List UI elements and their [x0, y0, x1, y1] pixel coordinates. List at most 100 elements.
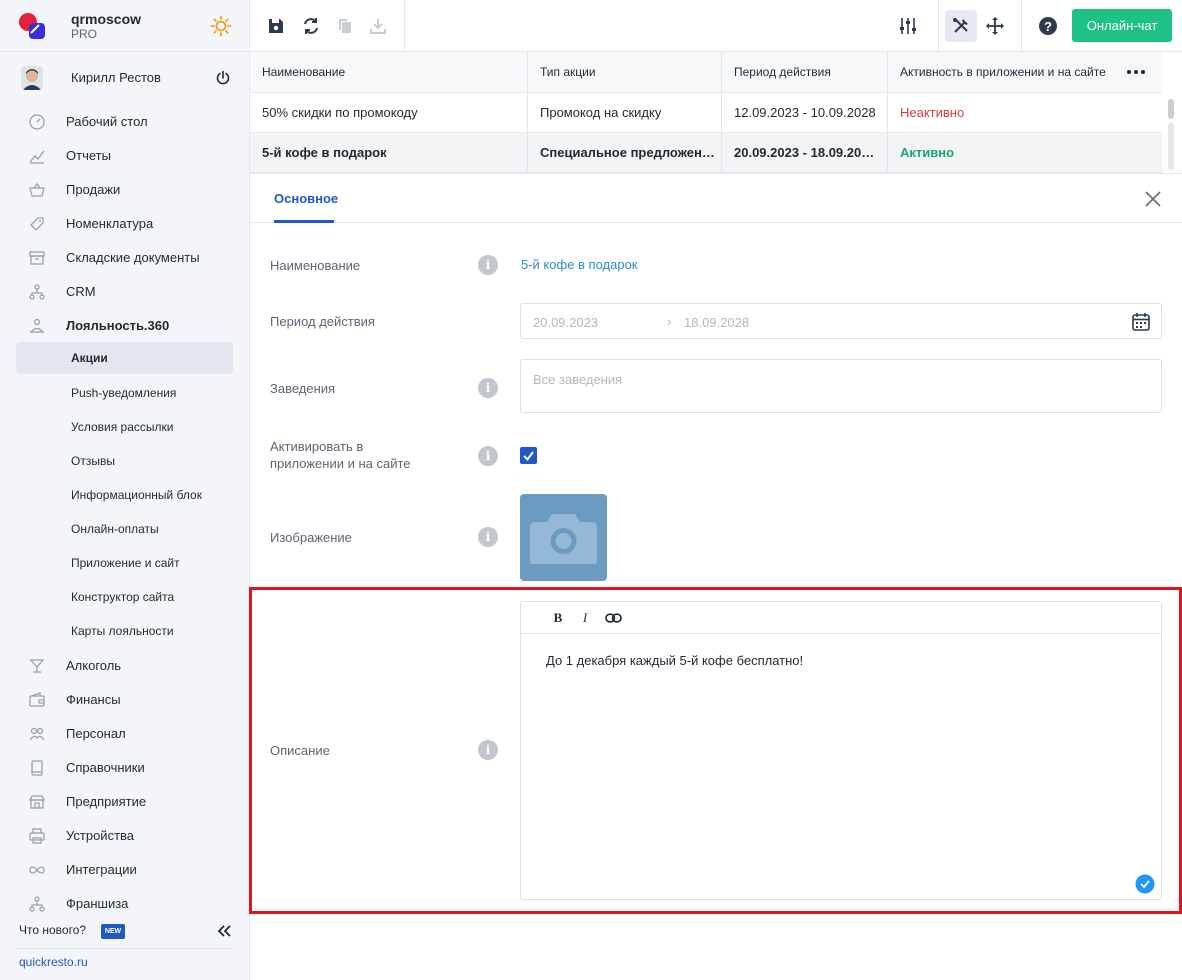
power-icon[interactable]: [215, 70, 231, 86]
help-button[interactable]: ?: [1032, 10, 1064, 42]
link-icon: [604, 613, 622, 623]
sidebar-subitem-mailing-conditions[interactable]: Условия рассылки: [0, 410, 249, 444]
column-header-type[interactable]: Тип акции: [528, 52, 722, 92]
sidebar: qrmoscow PRO Кирилл Рестов Рабочий стол …: [0, 0, 250, 980]
save-icon: [269, 19, 283, 33]
sliders-icon: [900, 18, 916, 34]
field-label-image: Изображение: [270, 530, 352, 545]
field-label-venues: Заведения: [270, 381, 336, 396]
online-chat-button[interactable]: Онлайн-чат: [1072, 9, 1172, 42]
table-scrollbar-track[interactable]: [1168, 122, 1174, 170]
copy-icon: [339, 19, 351, 33]
table-row[interactable]: 50% скидки по промокоду Промокод на скид…: [250, 93, 1162, 133]
brand-name: qrmoscow: [71, 11, 142, 27]
site-link[interactable]: quickresto.ru: [19, 955, 88, 969]
sidebar-subitem-app-and-site[interactable]: Приложение и сайт: [0, 546, 249, 580]
table-cell-type: Специальное предложен…: [528, 133, 722, 172]
gauge-icon: [29, 114, 45, 130]
sidebar-subitem-loyalty-cards[interactable]: Карты лояльности: [0, 614, 249, 648]
sidebar-subitem-push[interactable]: Push-уведомления: [0, 376, 249, 410]
move-button[interactable]: [979, 10, 1011, 42]
filter-settings-button[interactable]: [892, 10, 924, 42]
column-header-name[interactable]: Наименование: [250, 52, 528, 92]
info-icon[interactable]: i: [478, 255, 498, 275]
editor-toolbar: B I: [521, 602, 1161, 634]
avatar[interactable]: [21, 66, 43, 90]
info-icon[interactable]: i: [478, 378, 498, 398]
column-header-period[interactable]: Период действия: [722, 52, 888, 92]
toolbar-divider: [404, 0, 405, 52]
brand-plan: PRO: [71, 27, 98, 41]
confirm-check-icon[interactable]: [1135, 874, 1155, 894]
description-text[interactable]: До 1 декабря каждый 5-й кофе бесплатно!: [546, 653, 803, 668]
download-button[interactable]: [362, 10, 394, 42]
user-profile: Кирилл Рестов: [0, 52, 249, 102]
sidebar-subitem-site-builder[interactable]: Конструктор сайта: [0, 580, 249, 614]
sidebar-subitem-info-block[interactable]: Информационный блок: [0, 478, 249, 512]
sidebar-item-nomenclature[interactable]: Номенклатура: [0, 206, 249, 240]
promotion-name-value[interactable]: 5-й кофе в подарок: [521, 257, 638, 272]
save-button[interactable]: [260, 10, 292, 42]
checkmark-icon: [523, 451, 534, 462]
sidebar-item-finance[interactable]: Финансы: [0, 682, 249, 716]
detail-tabs: Основное: [250, 174, 1182, 223]
info-icon[interactable]: i: [478, 527, 498, 547]
more-options-icon[interactable]: [1126, 66, 1146, 78]
sidebar-item-loyalty[interactable]: Лояльность.360: [0, 308, 249, 342]
period-start-date[interactable]: 20.09.2023: [533, 315, 598, 330]
sidebar-item-devices[interactable]: Устройства: [0, 818, 249, 852]
sidebar-item-staff[interactable]: Персонал: [0, 716, 249, 750]
promotions-table: Наименование Тип акции Период действия А…: [250, 52, 1182, 174]
collapse-sidebar-icon[interactable]: [216, 923, 232, 939]
sidebar-subitem-reviews[interactable]: Отзывы: [0, 444, 249, 478]
brand-header: qrmoscow PRO: [0, 0, 249, 52]
activate-checkbox[interactable]: [520, 447, 537, 464]
calendar-icon[interactable]: [1130, 311, 1152, 333]
tab-main[interactable]: Основное: [274, 191, 338, 206]
sidebar-item-franchise[interactable]: Франшиза: [0, 886, 249, 920]
image-upload[interactable]: [520, 494, 607, 581]
loyalty-icon: [30, 318, 44, 333]
hierarchy-icon: [29, 896, 45, 912]
table-cell-status: Неактивно: [900, 105, 965, 120]
sidebar-item-crm[interactable]: CRM: [0, 274, 249, 308]
bold-button[interactable]: B: [548, 608, 568, 628]
close-icon[interactable]: [1143, 189, 1163, 209]
info-icon[interactable]: i: [478, 446, 498, 466]
venues-select[interactable]: Все заведения: [520, 359, 1162, 413]
basket-icon: [29, 182, 45, 197]
people-icon: [29, 727, 45, 741]
sidebar-item-reports[interactable]: Отчеты: [0, 138, 249, 172]
whats-new-link[interactable]: Что нового?: [19, 923, 86, 937]
brand-logo-icon[interactable]: [17, 11, 47, 41]
field-label-period: Период действия: [270, 314, 375, 329]
sidebar-item-enterprise[interactable]: Предприятие: [0, 784, 249, 818]
copy-button[interactable]: [329, 10, 361, 42]
sun-icon[interactable]: [210, 15, 232, 37]
table-cell-name: 5-й кофе в подарок: [250, 133, 528, 172]
info-icon[interactable]: i: [478, 740, 498, 760]
sidebar-subitem-online-payments[interactable]: Онлайн-оплаты: [0, 512, 249, 546]
field-label-name: Наименование: [270, 258, 361, 273]
tools-button[interactable]: [945, 10, 977, 42]
table-row-selected[interactable]: 5-й кофе в подарок Специальное предложен…: [250, 133, 1162, 173]
sidebar-item-alcohol[interactable]: Алкоголь: [0, 648, 249, 682]
link-button[interactable]: [603, 608, 623, 628]
sidebar-subitem-promotions[interactable]: Акции: [0, 342, 249, 376]
description-editor[interactable]: B I До 1 декабря каждый 5-й кофе бесплат…: [520, 601, 1162, 900]
field-label-activate: Активировать в приложении и на сайте: [270, 439, 411, 471]
sidebar-item-warehouse-docs[interactable]: Складские документы: [0, 240, 249, 274]
sidebar-item-integrations[interactable]: Интеграции: [0, 852, 249, 886]
book-icon: [31, 760, 43, 776]
refresh-button[interactable]: [295, 10, 327, 42]
sidebar-item-sales[interactable]: Продажи: [0, 172, 249, 206]
range-arrow-icon: ›: [667, 314, 672, 329]
sidebar-item-dashboard[interactable]: Рабочий стол: [0, 104, 249, 138]
table-cell-type: Промокод на скидку: [528, 93, 722, 132]
sidebar-item-references[interactable]: Справочники: [0, 750, 249, 784]
italic-button[interactable]: I: [575, 608, 595, 628]
column-header-activity[interactable]: Активность в приложении и на сайте: [888, 52, 1162, 92]
table-scrollbar-thumb[interactable]: [1168, 99, 1174, 119]
period-date-range-input[interactable]: 20.09.2023 › 18.09.2028: [520, 303, 1162, 339]
period-end-date[interactable]: 18.09.2028: [684, 315, 749, 330]
